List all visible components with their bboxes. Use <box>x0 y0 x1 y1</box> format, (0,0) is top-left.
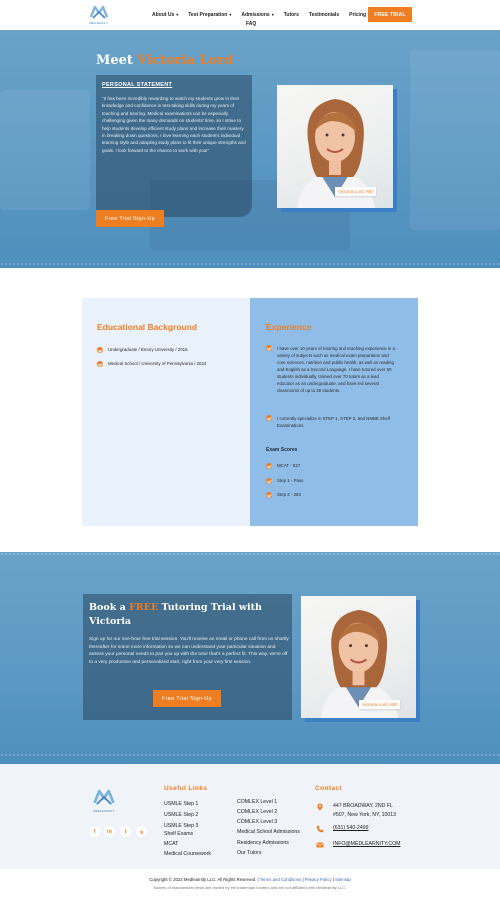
check-circle-icon <box>266 345 272 351</box>
education-heading: Educational Background <box>97 322 198 332</box>
hero-title: Meet Victoria Lord <box>96 53 234 68</box>
nav-admissions[interactable]: Admissions ▾ <box>241 12 273 18</box>
dotted-divider <box>0 553 500 555</box>
phone-icon <box>316 825 324 833</box>
linkedin-icon[interactable]: in <box>104 826 115 837</box>
instagram-icon[interactable]: ig <box>136 826 147 837</box>
contact-heading: Contact <box>315 785 342 792</box>
medlearnity-logo[interactable]: MEDLEARNITY <box>88 3 110 27</box>
dotted-divider <box>0 263 500 265</box>
site-footer: MEDLEARNITY f in t ig Useful Links USMLE… <box>0 764 500 869</box>
personal-statement-box: PERSONAL STATEMENT "It has been incredib… <box>96 75 252 217</box>
experience-heading: Experience <box>266 322 312 332</box>
background-shape <box>0 552 80 702</box>
dotted-divider <box>0 754 500 756</box>
chevron-down-icon: ▾ <box>176 12 179 17</box>
chevron-down-icon: ▾ <box>271 12 274 17</box>
check-circle-icon <box>97 347 103 353</box>
education-panel: Educational Background Undergraduate / E… <box>82 298 250 526</box>
trial-free-trial-signup-button[interactable]: Free Trial Sign-Up <box>153 690 221 707</box>
site-header: MEDLEARNITY About Us ▾ Test Preparation ▾ … <box>0 0 500 30</box>
envelope-icon <box>316 841 324 849</box>
background-shape <box>410 50 500 230</box>
footer-link-usmle-step-2[interactable]: USMLE Step 2 <box>164 810 198 820</box>
facebook-icon[interactable]: f <box>89 826 100 837</box>
free-trial-section: Book a FREE Tutoring Trial with Victoria… <box>0 552 500 764</box>
experience-item: I currently specialize in STEP 1, STEP 2… <box>277 416 391 428</box>
map-pin-icon <box>316 803 324 811</box>
trademark-disclaimer: Names of standardized tests are owned by… <box>153 885 347 890</box>
footer-link-mcat[interactable]: MCAT <box>164 839 178 849</box>
exam-score: Step 2 - 283 <box>277 492 301 497</box>
hero-free-trial-signup-button[interactable]: Free Trial Sign-Up <box>96 210 164 227</box>
photo-caption: Victoria Lord, MD <box>359 700 401 709</box>
statement-heading: PERSONAL STATEMENT <box>102 82 173 88</box>
chevron-down-icon: ▾ <box>229 12 232 17</box>
footer-link-medical-coursework[interactable]: Medical Coursework <box>164 849 211 859</box>
privacy-policy-link[interactable]: Privacy Policy <box>305 877 332 882</box>
experience-item: I have over 10 years of tutoring and tea… <box>277 346 395 393</box>
address-line-1: 447 BROADWAY, 2ND FL <box>333 803 393 809</box>
copyright-text: Copyright © 2023 Medlearnity LLC. All Ri… <box>149 877 260 882</box>
check-circle-icon <box>266 478 272 484</box>
twitter-icon[interactable]: t <box>120 826 131 837</box>
footer-link-comlex-3[interactable]: COMLEX Level 3 <box>237 817 277 827</box>
exam-score: MCAT - 527 <box>277 463 301 468</box>
free-trial-button[interactable]: FREE TRIAL <box>368 7 412 22</box>
trial-info-box: Book a FREE Tutoring Trial with Victoria… <box>83 594 292 720</box>
terms-link[interactable]: Terms and Conditions <box>260 877 302 882</box>
nav-faq[interactable]: FAQ <box>246 21 256 27</box>
footer-link-residency-admissions[interactable]: Residency Admissions <box>237 838 289 848</box>
exam-score: Step 1 - Pass <box>277 478 304 483</box>
logo-text: MEDLEARNITY <box>93 809 115 813</box>
check-circle-icon <box>266 415 272 421</box>
footer-link-comlex-1[interactable]: COMLEX Level 1 <box>237 797 277 807</box>
footer-logo[interactable]: MEDLEARNITY <box>91 786 117 816</box>
main-nav: About Us ▾ Test Preparation ▾ Admissions ▾ … <box>152 12 366 18</box>
education-item: Medical School / University of Pennsylva… <box>108 361 207 366</box>
tutor-photo: Victoria Lord, MD <box>301 596 416 718</box>
background-experience-section: Educational Background Undergraduate / E… <box>82 298 418 526</box>
footer-link-shelf-exams[interactable]: Shelf Exams <box>164 829 193 839</box>
footer-link-our-tutors[interactable]: Our Tutors <box>237 848 262 858</box>
hero-section: Meet Victoria Lord PERSONAL STATEMENT "I… <box>0 30 500 268</box>
useful-links-heading: Useful Links <box>164 785 208 792</box>
nav-test-preparation[interactable]: Test Preparation ▾ <box>188 12 231 18</box>
exam-scores-heading: Exam Scores <box>266 447 298 453</box>
check-circle-icon <box>266 463 272 469</box>
footer-link-comlex-2[interactable]: COMLEX Level 2 <box>237 807 277 817</box>
address-line-2: #507, New York, NY, 10013 <box>333 812 397 818</box>
experience-panel: Experience I have over 10 years of tutor… <box>250 298 418 526</box>
phone-link[interactable]: (631) 540-2499 <box>333 824 368 833</box>
logo-text: MEDLEARNITY <box>89 22 109 25</box>
tutor-photo: Victoria Lord, MD <box>277 85 393 208</box>
photo-caption: Victoria Lord, MD <box>335 187 377 196</box>
footer-link-medical-school-admissions[interactable]: Medical School Admissions <box>237 827 300 837</box>
sitemap-link[interactable]: Sitemap <box>335 877 351 882</box>
statement-text: "It has been incredibly rewarding to wat… <box>102 96 246 153</box>
nav-testimonials[interactable]: Testimonials <box>309 12 339 18</box>
background-shape <box>0 90 90 210</box>
trial-title: Book a FREE Tutoring Trial with Victoria <box>89 602 262 627</box>
check-circle-icon <box>266 492 272 498</box>
education-item: Undergraduate / Emory University / 2016 <box>108 347 188 352</box>
footer-link-usmle-step-1[interactable]: USMLE Step 1 <box>164 799 198 809</box>
nav-pricing[interactable]: Pricing <box>349 12 366 18</box>
trial-description: Sign up for our one-hour free trial sess… <box>89 637 289 665</box>
check-circle-icon <box>97 361 103 367</box>
email-link[interactable]: INFO@MEDLEARNITY.COM <box>333 840 400 849</box>
nav-about-us[interactable]: About Us ▾ <box>152 12 178 18</box>
nav-tutors[interactable]: Tutors <box>284 12 299 18</box>
copyright-bar: Copyright © 2023 Medlearnity LLC. All Ri… <box>0 869 500 900</box>
